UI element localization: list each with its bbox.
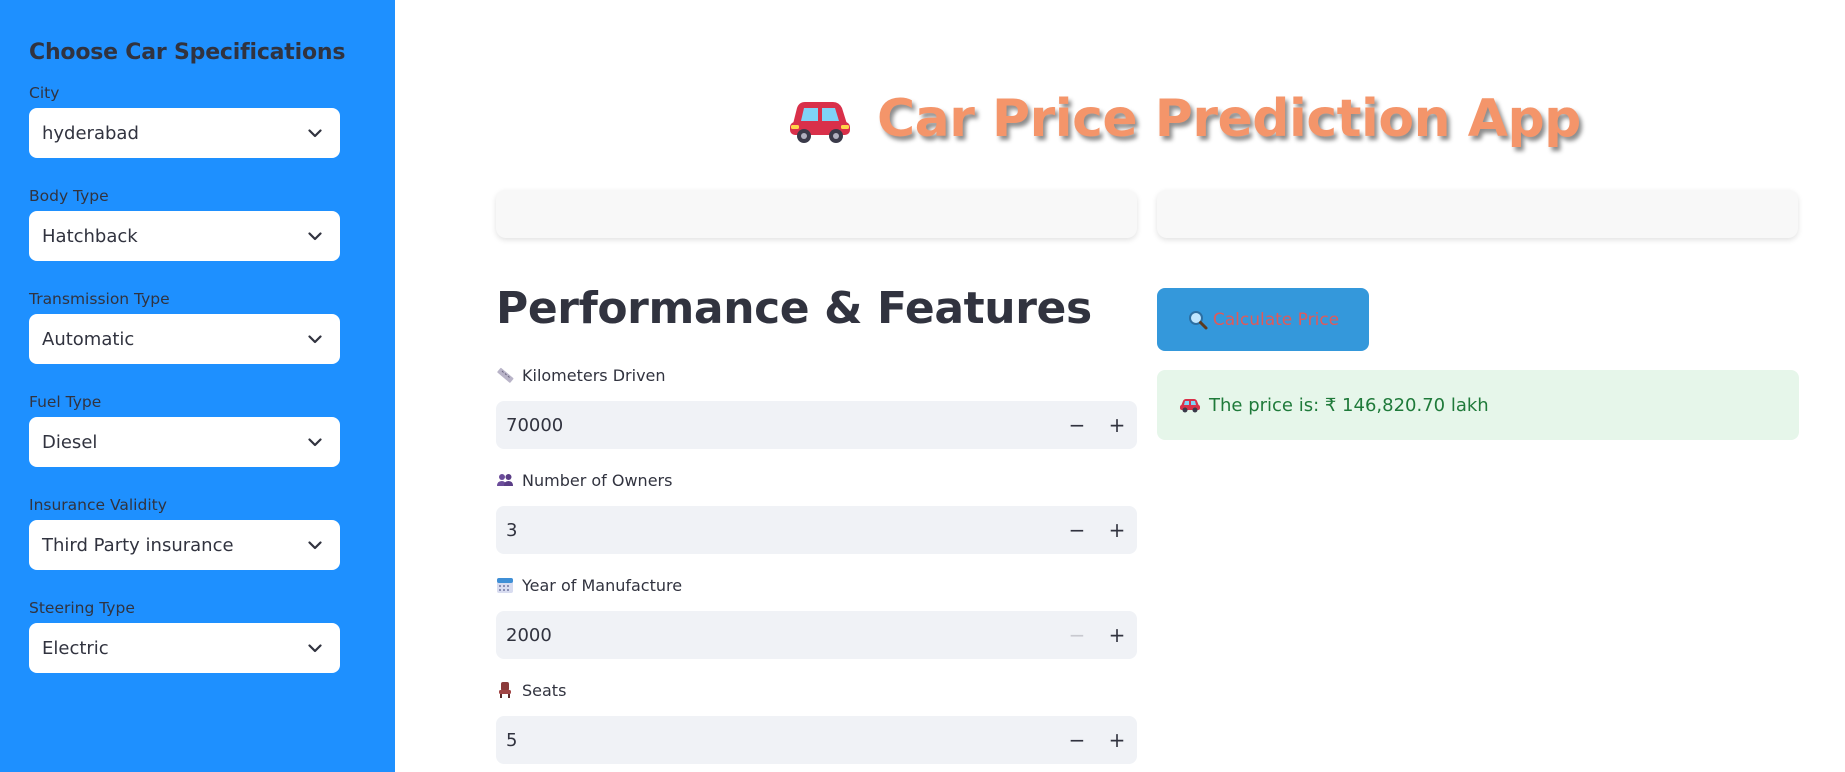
main-content: Car Price Prediction App Performance & F… <box>395 0 1845 772</box>
seats-stepper: − + <box>1057 716 1137 764</box>
number-of-owners-stepper: − + <box>1057 506 1137 554</box>
chevron-down-icon <box>308 538 322 552</box>
year-of-manufacture-value: 2000 <box>506 624 552 646</box>
insurance-select-value: Third Party insurance <box>42 534 234 556</box>
left-column-card <box>496 190 1137 238</box>
steering-field: Steering Type Electric <box>29 598 395 673</box>
people-icon <box>496 471 514 489</box>
price-result-text: The price is: ₹ 146,820.70 lakh <box>1209 394 1489 416</box>
calculate-price-button[interactable]: Calculate Price <box>1157 288 1369 351</box>
calendar-icon <box>496 576 514 594</box>
sidebar: Choose Car Specifications City hyderabad… <box>0 0 395 772</box>
section-heading: Performance & Features <box>496 283 1092 334</box>
city-field: City hyderabad <box>29 83 395 158</box>
increment-button[interactable]: + <box>1097 506 1137 554</box>
fuel-type-select-value: Diesel <box>42 431 98 453</box>
year-of-manufacture-field: Year of Manufacture 2000 − + <box>496 573 1137 659</box>
right-column-card <box>1157 190 1798 238</box>
car-emoji-icon <box>787 94 853 144</box>
year-of-manufacture-label-row: Year of Manufacture <box>496 573 1137 597</box>
insurance-label: Insurance Validity <box>29 496 167 514</box>
increment-button[interactable]: + <box>1097 611 1137 659</box>
city-label: City <box>29 84 60 102</box>
transmission-label: Transmission Type <box>29 290 170 308</box>
number-of-owners-input[interactable]: 3 − + <box>496 506 1137 554</box>
decrement-button[interactable]: − <box>1057 506 1097 554</box>
chevron-down-icon <box>308 641 322 655</box>
seats-label: Seats <box>522 680 567 700</box>
calculate-price-label: Calculate Price <box>1212 309 1340 330</box>
magnifier-icon <box>1187 309 1209 331</box>
transmission-select-value: Automatic <box>42 328 135 350</box>
transmission-field: Transmission Type Automatic <box>29 289 395 364</box>
decrement-button[interactable]: − <box>1057 716 1097 764</box>
number-of-owners-label-row: Number of Owners <box>496 468 1137 492</box>
number-of-owners-label: Number of Owners <box>522 470 673 490</box>
increment-button[interactable]: + <box>1097 401 1137 449</box>
fuel-type-field: Fuel Type Diesel <box>29 392 395 467</box>
kilometers-driven-label-row: Kilometers Driven <box>496 363 1137 387</box>
ruler-icon <box>496 366 514 384</box>
body-type-field: Body Type Hatchback <box>29 186 395 261</box>
insurance-field: Insurance Validity Third Party insurance <box>29 495 395 570</box>
price-result-alert: The price is: ₹ 146,820.70 lakh <box>1157 370 1799 440</box>
steering-select[interactable]: Electric <box>29 623 340 673</box>
kilometers-driven-stepper: − + <box>1057 401 1137 449</box>
app-root: Choose Car Specifications City hyderabad… <box>0 0 1845 772</box>
kilometers-driven-input[interactable]: 70000 − + <box>496 401 1137 449</box>
sidebar-title: Choose Car Specifications <box>29 40 346 65</box>
year-of-manufacture-label: Year of Manufacture <box>522 575 683 595</box>
city-select[interactable]: hyderabad <box>29 108 340 158</box>
body-type-label: Body Type <box>29 187 109 205</box>
chevron-down-icon <box>308 435 322 449</box>
number-of-owners-field: Number of Owners 3 − + <box>496 468 1137 554</box>
kilometers-driven-field: Kilometers Driven 70000 − + <box>496 363 1137 449</box>
seats-value: 5 <box>506 729 518 751</box>
app-title-text: Car Price Prediction App <box>877 89 1581 149</box>
decrement-button[interactable]: − <box>1057 401 1097 449</box>
car-icon <box>1179 397 1201 413</box>
insurance-select[interactable]: Third Party insurance <box>29 520 340 570</box>
app-title: Car Price Prediction App <box>787 84 1581 154</box>
body-type-select[interactable]: Hatchback <box>29 211 340 261</box>
kilometers-driven-label: Kilometers Driven <box>522 365 666 385</box>
chevron-down-icon <box>308 332 322 346</box>
year-of-manufacture-stepper: − + <box>1057 611 1137 659</box>
steering-label: Steering Type <box>29 599 135 617</box>
chevron-down-icon <box>308 229 322 243</box>
chevron-down-icon <box>308 126 322 140</box>
steering-select-value: Electric <box>42 637 109 659</box>
city-select-value: hyderabad <box>42 122 139 144</box>
kilometers-driven-value: 70000 <box>506 414 564 436</box>
number-of-owners-value: 3 <box>506 519 518 541</box>
fuel-type-label: Fuel Type <box>29 393 102 411</box>
year-of-manufacture-input[interactable]: 2000 − + <box>496 611 1137 659</box>
decrement-button-disabled[interactable]: − <box>1057 611 1097 659</box>
seat-icon <box>496 681 514 699</box>
seats-input[interactable]: 5 − + <box>496 716 1137 764</box>
body-type-select-value: Hatchback <box>42 225 138 247</box>
transmission-select[interactable]: Automatic <box>29 314 340 364</box>
increment-button[interactable]: + <box>1097 716 1137 764</box>
seats-label-row: Seats <box>496 678 1137 702</box>
seats-field: Seats 5 − + <box>496 678 1137 764</box>
fuel-type-select[interactable]: Diesel <box>29 417 340 467</box>
